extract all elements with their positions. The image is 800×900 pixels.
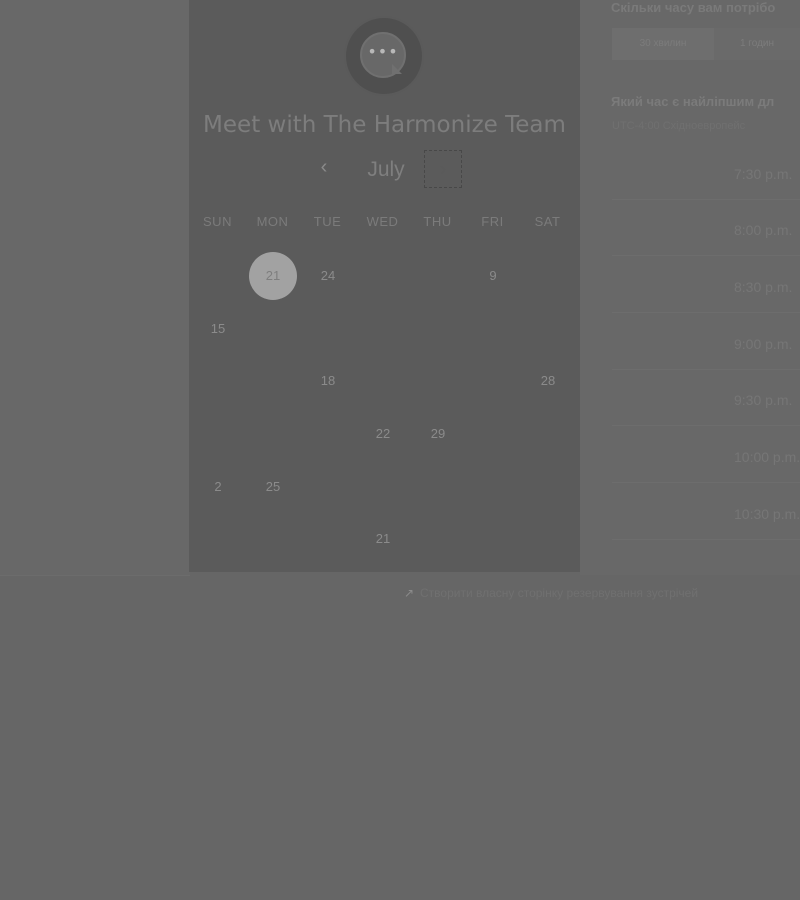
duration-heading: Скільки часу вам потрібо: [611, 0, 776, 15]
time-slot[interactable]: 8:30 p.m.: [612, 265, 800, 313]
time-slot-label: 8:00 p.m.: [734, 222, 793, 238]
time-slot-label: 9:30 p.m.: [734, 392, 793, 408]
time-slot-label: 10:30 p.m.: [734, 506, 800, 522]
calendar-day[interactable]: 25: [249, 463, 297, 511]
left-pane: [0, 0, 190, 576]
weekday-thu: THU: [423, 214, 452, 229]
month-navigation: ‹ July ›: [189, 150, 580, 192]
calendar-day[interactable]: 2: [194, 463, 242, 511]
calendar-day[interactable]: 28: [524, 357, 572, 405]
time-slot[interactable]: 9:30 p.m.: [612, 378, 800, 426]
weekday-header-row: SUN MON TUE WED THU FRI SAT: [189, 214, 580, 238]
calendar-day[interactable]: 18: [304, 357, 352, 405]
time-slot[interactable]: 10:00 p.m.: [612, 435, 800, 483]
create-booking-page-text: Створити власну сторінку резервування зу…: [420, 586, 699, 600]
team-logo: •••: [346, 18, 422, 94]
chevron-right-icon: ›: [440, 159, 446, 179]
booking-page: ••• Meet with The Harmonize Team ‹ July …: [0, 0, 800, 900]
weekday-wed: WED: [366, 214, 399, 229]
weekday-tue: TUE: [313, 214, 342, 229]
bubble-tail-icon: [392, 64, 402, 74]
calendar-day[interactable]: 9: [469, 252, 517, 300]
time-slot-label: 7:30 p.m.: [734, 166, 793, 182]
external-link-icon: ↗: [404, 586, 415, 600]
time-slot[interactable]: 7:30 p.m.: [612, 152, 800, 200]
footer-band: [0, 576, 800, 900]
best-time-heading: Який час є найліпшим дл: [611, 94, 775, 109]
card-title: Meet with The Harmonize Team: [203, 112, 566, 138]
calendar-day[interactable]: 24: [304, 252, 352, 300]
time-slot-label: 8:30 p.m.: [734, 279, 793, 295]
calendar-day[interactable]: 22: [359, 410, 407, 458]
calendar-day-selected[interactable]: 21: [249, 252, 297, 300]
weekday-fri: FRI: [481, 214, 504, 229]
calendar-day[interactable]: 29: [414, 410, 462, 458]
timezone-label[interactable]: UTC-4:00 Східноевропейс: [612, 120, 800, 132]
prev-month-button[interactable]: ‹: [314, 156, 334, 182]
calendar-day[interactable]: 21: [359, 515, 407, 563]
time-slot[interactable]: 10:30 p.m.: [612, 492, 800, 540]
calendar-day[interactable]: 15: [194, 305, 242, 353]
create-booking-page-link[interactable]: ↗ Створити власну сторінку резервування з…: [404, 586, 698, 604]
time-slot[interactable]: 9:00 p.m.: [612, 322, 800, 370]
ellipsis-icon: •••: [367, 42, 399, 61]
duration-selector: 30 хвилин 1 годин: [612, 28, 800, 60]
weekday-sun: SUN: [203, 214, 232, 229]
time-slot[interactable]: 8:00 p.m.: [612, 208, 800, 256]
next-month-button[interactable]: ›: [424, 150, 462, 188]
duration-option-30min[interactable]: 30 хвилин: [612, 28, 714, 60]
time-slot-label: 9:00 p.m.: [734, 336, 793, 352]
duration-option-1hour[interactable]: 1 годин: [714, 28, 800, 60]
month-label: July: [367, 158, 405, 181]
time-slot-label: 10:00 p.m.: [734, 449, 800, 465]
weekday-mon: MON: [256, 214, 289, 229]
weekday-sat: SAT: [534, 214, 561, 229]
chevron-left-icon: ‹: [320, 156, 328, 178]
